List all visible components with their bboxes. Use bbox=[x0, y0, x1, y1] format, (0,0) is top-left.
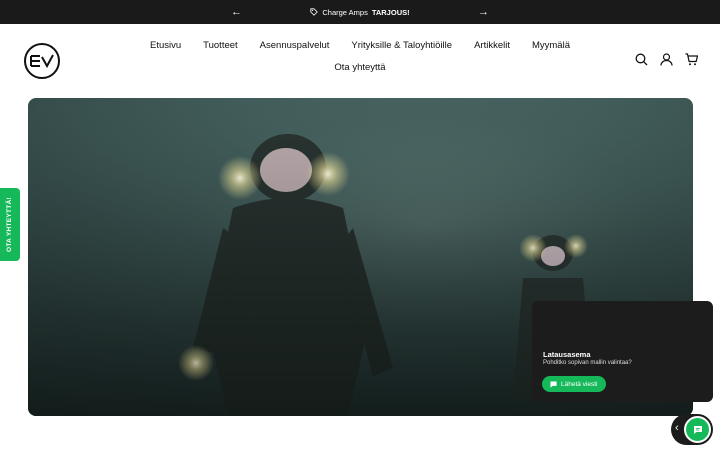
arrow-left-icon[interactable]: ← bbox=[231, 4, 242, 20]
announcement-message[interactable]: Charge Amps TARJOUS! bbox=[310, 7, 410, 17]
search-icon[interactable] bbox=[635, 53, 648, 66]
chat-title: Latausasema bbox=[543, 350, 591, 359]
chevron-left-icon[interactable]: ‹ bbox=[675, 422, 679, 434]
site-header: Etusivu Tuotteet Asennuspalvelut Yrityks… bbox=[0, 24, 720, 98]
nav-item-artikkelit[interactable]: Artikkelit bbox=[474, 40, 510, 52]
nav-item-ota-yhteytta[interactable]: Ota yhteyttä bbox=[334, 62, 385, 74]
ev-logo[interactable] bbox=[24, 43, 60, 79]
send-message-label: Lähetä viesti bbox=[561, 380, 598, 388]
announcement-bar: ← Charge Amps TARJOUS! → bbox=[0, 0, 720, 24]
announcement-highlight: TARJOUS! bbox=[371, 7, 410, 17]
nav-item-etusivu[interactable]: Etusivu bbox=[150, 40, 181, 52]
nav-item-yrityksille[interactable]: Yrityksille & Taloyhtiöille bbox=[351, 40, 452, 52]
nav-item-tuotteet[interactable]: Tuotteet bbox=[203, 40, 238, 52]
chat-subtitle: Pohditko sopivan mallin valintaa? bbox=[543, 360, 632, 366]
account-icon[interactable] bbox=[660, 53, 673, 66]
header-icons bbox=[635, 53, 699, 66]
contact-side-tab[interactable]: OTA YHTEYTTÄ! bbox=[0, 188, 20, 261]
contact-side-tab-label: OTA YHTEYTTÄ! bbox=[6, 196, 14, 253]
chat-icon bbox=[550, 380, 557, 388]
cart-icon[interactable] bbox=[685, 53, 699, 66]
chat-bubble-button[interactable] bbox=[684, 416, 711, 443]
send-message-button[interactable]: Lähetä viesti bbox=[542, 376, 606, 392]
tag-icon bbox=[310, 8, 319, 16]
nav-item-asennuspalvelut[interactable]: Asennuspalvelut bbox=[260, 40, 330, 52]
announcement-text: Charge Amps bbox=[322, 7, 368, 17]
main-nav: Etusivu Tuotteet Asennuspalvelut Yrityks… bbox=[130, 40, 590, 74]
arrow-right-icon[interactable]: → bbox=[478, 4, 489, 20]
chat-popup: Latausasema Pohditko sopivan mallin vali… bbox=[532, 301, 713, 402]
chat-toggle[interactable]: ‹ bbox=[671, 414, 713, 445]
nav-item-myymala[interactable]: Myymälä bbox=[532, 40, 570, 52]
chat-icon bbox=[693, 425, 702, 434]
